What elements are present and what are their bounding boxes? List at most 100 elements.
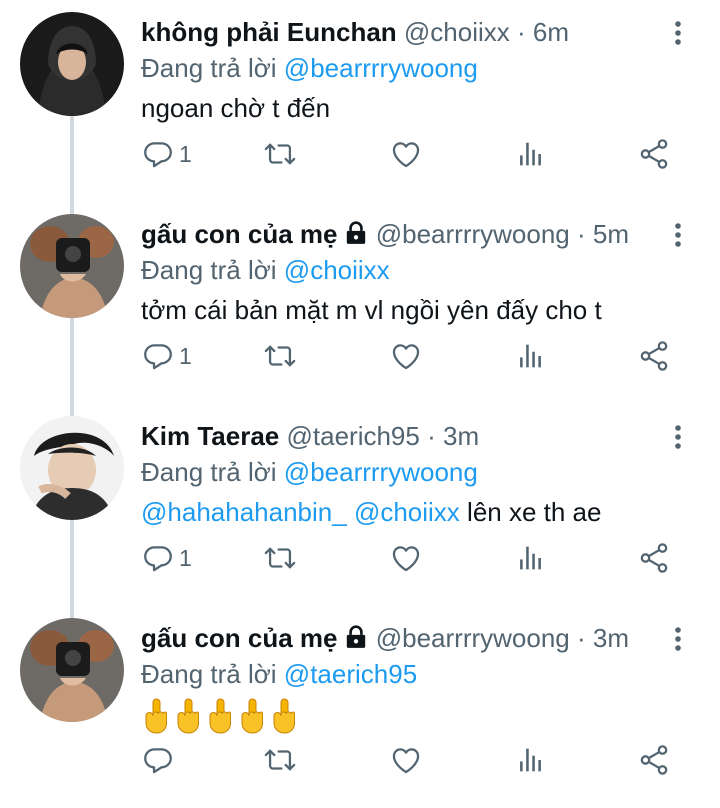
share-icon <box>637 541 671 575</box>
middle-finger-emoji <box>205 696 235 736</box>
tweet[interactable]: gấu con của mẹ @bearrrrywoong · 5m Đang … <box>0 202 720 404</box>
timestamp[interactable]: 5m <box>593 219 629 249</box>
tweet-emoji-row <box>141 696 299 736</box>
replying-to-mention[interactable]: @choiixx <box>284 255 390 285</box>
reply-count: 1 <box>179 140 192 167</box>
tweet-header: gấu con của mẹ @bearrrrywoong · 5m <box>141 216 671 252</box>
heart-icon <box>389 743 423 777</box>
more-vertical-icon[interactable] <box>666 18 690 48</box>
retweet-button[interactable] <box>263 738 297 782</box>
share-button[interactable] <box>637 334 671 378</box>
user-handle[interactable]: @bearrrrywoong <box>376 219 570 249</box>
avatar[interactable] <box>20 214 124 318</box>
replying-to-label: Đang trả lời <box>141 457 277 487</box>
tweet-text: ngoan chờ t đến <box>141 93 331 123</box>
more-vertical-icon[interactable] <box>666 422 690 452</box>
tweet-actions: 1 <box>141 536 681 580</box>
analytics-icon <box>513 541 547 575</box>
tweet[interactable]: Kim Taerae @taerich95 · 3m Đang trả lời … <box>0 404 720 606</box>
timestamp[interactable]: 3m <box>593 623 629 653</box>
user-handle[interactable]: @taerich95 <box>287 421 420 451</box>
tweet[interactable]: gấu con của mẹ @bearrrrywoong · 3m Đang … <box>0 606 720 808</box>
user-handle[interactable]: @choiixx <box>404 17 510 47</box>
lock-icon <box>343 220 369 246</box>
reply-icon <box>141 743 175 777</box>
replying-to-mention[interactable]: @taerich95 <box>284 659 417 689</box>
heart-icon <box>389 541 423 575</box>
tweet-header: gấu con của mẹ @bearrrrywoong · 3m <box>141 620 671 656</box>
retweet-icon <box>263 541 297 575</box>
retweet-button[interactable] <box>263 334 297 378</box>
share-icon <box>637 339 671 373</box>
tweet-text: @hahahahanbin_ @choiixx lên xe th ae <box>141 484 601 540</box>
replying-to-mention[interactable]: @bearrrrywoong <box>284 457 478 487</box>
analytics-icon <box>513 137 547 171</box>
share-button[interactable] <box>637 738 671 782</box>
text-mention[interactable]: @choiixx <box>354 497 460 527</box>
share-button[interactable] <box>637 536 671 580</box>
separator-dot: · <box>427 421 436 451</box>
text-mention[interactable]: @hahahahanbin_ <box>141 497 347 527</box>
middle-finger-emoji <box>141 696 171 736</box>
timestamp[interactable]: 6m <box>533 17 569 47</box>
tweet-actions <box>141 738 681 782</box>
reply-icon <box>141 137 175 171</box>
analytics-button[interactable] <box>513 334 547 378</box>
like-button[interactable] <box>389 132 423 176</box>
reply-button[interactable]: 1 <box>141 334 192 378</box>
retweet-icon <box>263 339 297 373</box>
like-button[interactable] <box>389 738 423 782</box>
share-button[interactable] <box>637 132 671 176</box>
heart-icon <box>389 137 423 171</box>
share-icon <box>637 743 671 777</box>
reply-button[interactable] <box>141 738 179 782</box>
more-vertical-icon[interactable] <box>666 220 690 250</box>
reply-icon <box>141 339 175 373</box>
analytics-button[interactable] <box>513 738 547 782</box>
analytics-button[interactable] <box>513 132 547 176</box>
separator-dot: · <box>517 17 526 47</box>
reply-count: 1 <box>179 342 192 369</box>
tweet-header: Kim Taerae @taerich95 · 3m <box>141 418 671 454</box>
reply-button[interactable]: 1 <box>141 132 192 176</box>
replying-to-label: Đang trả lời <box>141 53 277 83</box>
reply-count: 1 <box>179 544 192 571</box>
tweet-text: tởm cái bản mặt m vl ngồi yên đấy cho t <box>141 295 602 325</box>
tweet[interactable]: không phải Eunchan @choiixx · 6m Đang tr… <box>0 0 720 202</box>
like-button[interactable] <box>389 334 423 378</box>
more-vertical-icon[interactable] <box>666 624 690 654</box>
separator-dot: · <box>577 623 586 653</box>
display-name[interactable]: gấu con của mẹ <box>141 219 338 249</box>
retweet-button[interactable] <box>263 536 297 580</box>
user-handle[interactable]: @bearrrrywoong <box>376 623 570 653</box>
middle-finger-emoji <box>269 696 299 736</box>
analytics-icon <box>513 339 547 373</box>
lock-icon <box>343 624 369 650</box>
like-button[interactable] <box>389 536 423 580</box>
heart-icon <box>389 339 423 373</box>
replying-to-label: Đang trả lời <box>141 659 277 689</box>
replying-to-label: Đang trả lời <box>141 255 277 285</box>
display-name[interactable]: không phải Eunchan <box>141 17 397 47</box>
retweet-icon <box>263 743 297 777</box>
text-content: lên xe th ae <box>467 497 602 527</box>
avatar[interactable] <box>20 12 124 116</box>
tweet-actions: 1 <box>141 132 681 176</box>
retweet-icon <box>263 137 297 171</box>
tweet-header: không phải Eunchan @choiixx · 6m <box>141 14 671 50</box>
avatar[interactable] <box>20 618 124 722</box>
analytics-icon <box>513 743 547 777</box>
replying-to-mention[interactable]: @bearrrrywoong <box>284 53 478 83</box>
analytics-button[interactable] <box>513 536 547 580</box>
display-name[interactable]: gấu con của mẹ <box>141 623 338 653</box>
timestamp[interactable]: 3m <box>443 421 479 451</box>
middle-finger-emoji <box>237 696 267 736</box>
replying-to: Đang trả lời @taerich95 <box>141 656 417 692</box>
avatar[interactable] <box>20 416 124 520</box>
reply-button[interactable]: 1 <box>141 536 192 580</box>
middle-finger-emoji <box>173 696 203 736</box>
reply-icon <box>141 541 175 575</box>
tweet-thread: không phải Eunchan @choiixx · 6m Đang tr… <box>0 0 720 798</box>
display-name[interactable]: Kim Taerae <box>141 421 279 451</box>
retweet-button[interactable] <box>263 132 297 176</box>
